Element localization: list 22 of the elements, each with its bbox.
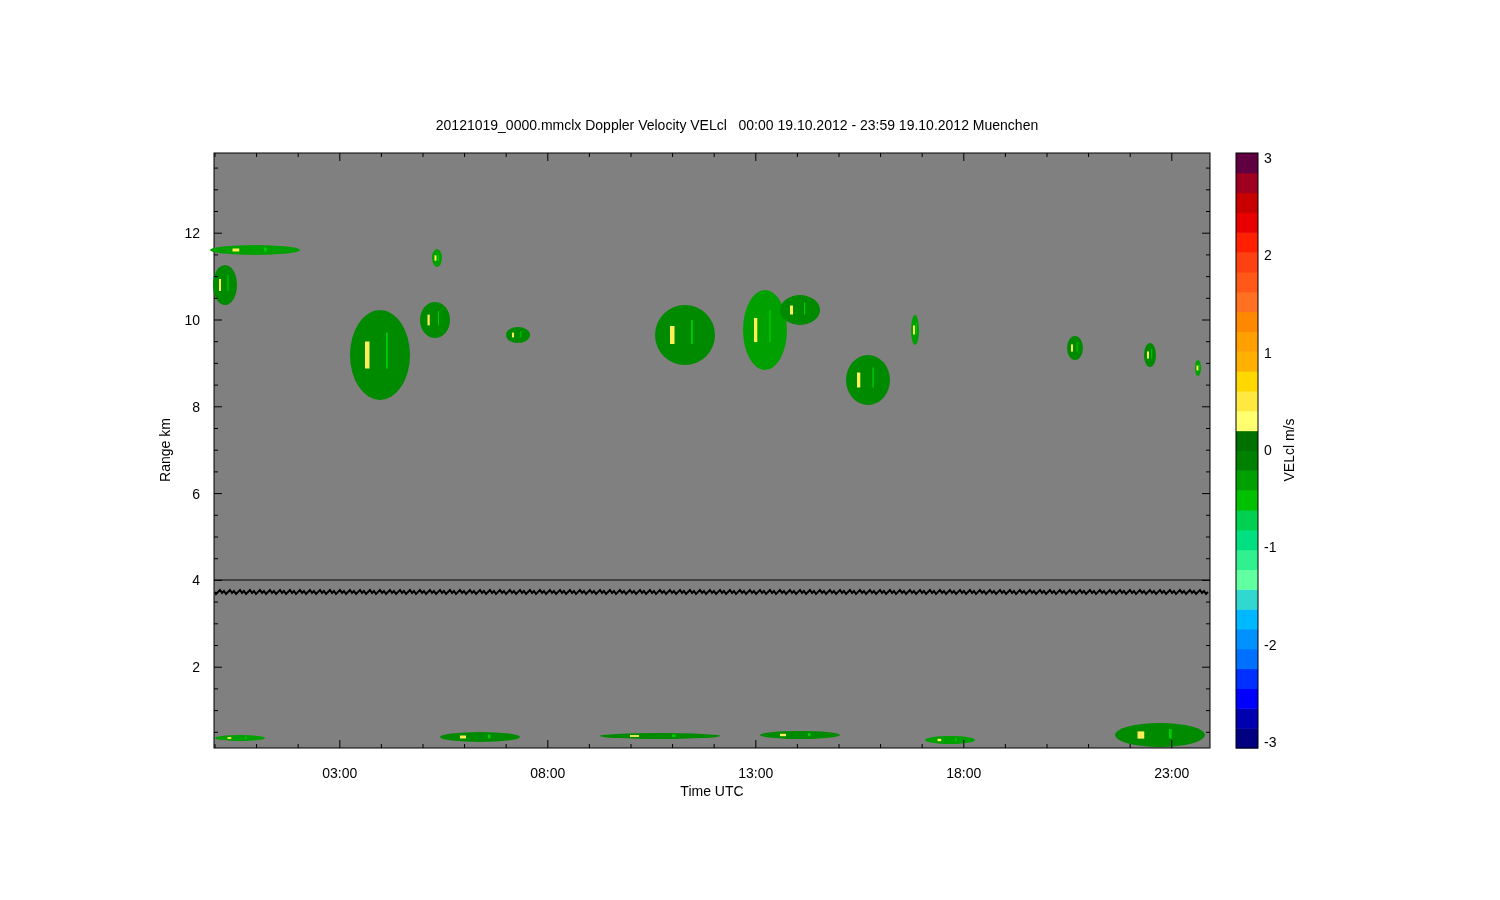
chart-title: 20121019_0000.mmclx Doppler Velocity VELcl 00:00 19.10.2012 - 23:59 19.10.2012 Muenchen xyxy=(435,117,1039,133)
colorbar-tick-label: -3 xyxy=(1264,734,1277,750)
x-tick-label: 23:00 xyxy=(1154,765,1190,781)
y-tick-label: 6 xyxy=(192,485,200,502)
x-tick-label: 18:00 xyxy=(946,765,982,781)
y-tick-label: 12 xyxy=(184,225,200,242)
colorbar-label: VELcl m/s xyxy=(1281,418,1297,482)
x-tick-label: 03:00 xyxy=(322,765,358,781)
colorbar-tick-label: -1 xyxy=(1264,539,1277,556)
y-tick-label: 8 xyxy=(192,398,200,415)
x-axis-label: Time UTC xyxy=(680,783,744,799)
colorbar-tick-label: 1 xyxy=(1264,344,1272,361)
colorbar-tick-label: 0 xyxy=(1264,442,1272,458)
y-axis-label: Range km xyxy=(157,418,173,482)
y-tick-label: 10 xyxy=(184,312,200,328)
y-tick-label: 4 xyxy=(192,572,200,589)
colorbar-tick-label: -2 xyxy=(1264,636,1277,653)
colorbar-tick-label: 3 xyxy=(1264,150,1272,166)
x-tick-label: 08:00 xyxy=(530,765,566,781)
colorbar-tick-label: 2 xyxy=(1264,247,1272,264)
x-tick-label: 13:00 xyxy=(738,765,774,781)
y-tick-label: 2 xyxy=(192,659,200,676)
